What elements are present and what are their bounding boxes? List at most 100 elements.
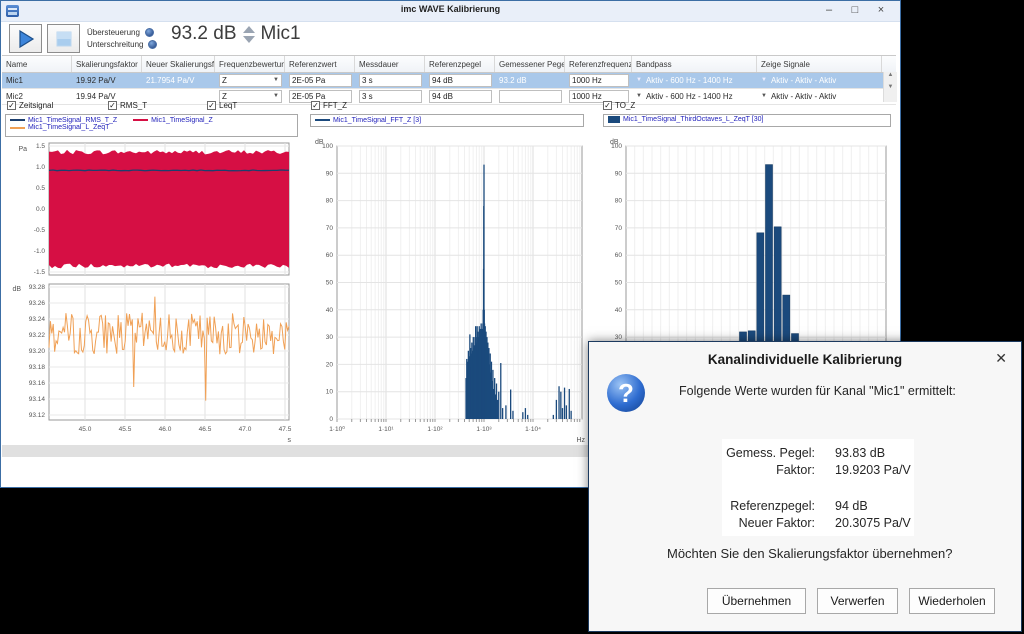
spinner-up-icon[interactable]	[243, 26, 255, 33]
svg-text:80: 80	[615, 198, 623, 205]
svg-text:93.28: 93.28	[29, 284, 46, 291]
svg-text:45.5: 45.5	[119, 426, 132, 433]
svg-text:46.0: 46.0	[159, 426, 172, 433]
window-title: imc WAVE Kalibrierung	[1, 4, 900, 14]
channel-table: Name Skalierungsfaktor Neuer Skalierungs…	[2, 55, 896, 105]
referenzfrequenz-input[interactable]: 1000 Hz	[569, 74, 629, 87]
referenzpegel-input[interactable]: 94 dB	[429, 74, 492, 87]
svg-text:50: 50	[326, 280, 334, 287]
table-row-mic1[interactable]: Mic1 19.92 Pa/V 21.7954 Pa/V Z▼ 2E-05 Pa…	[2, 73, 896, 89]
maximize-button[interactable]: □	[842, 1, 868, 20]
cell-neuer-wert: 21.7954 Pa/V	[142, 73, 215, 88]
svg-text:100: 100	[322, 143, 333, 150]
minimize-button[interactable]: –	[816, 1, 842, 20]
dialog-close-icon[interactable]: ✕	[995, 350, 1007, 367]
bandpass-select[interactable]: ▼Aktiv - 600 Hz - 1400 Hz	[632, 73, 757, 88]
svg-text:47.0: 47.0	[239, 426, 252, 433]
time-chart-legend: Mic1_TimeSignal_RMS_T_Z Mic1_TimeSignal_…	[5, 114, 298, 137]
wiederholen-button[interactable]: Wiederholen	[909, 588, 995, 614]
field-value: 20.3075 Pa/V	[835, 516, 911, 530]
stop-button[interactable]	[47, 24, 80, 53]
svg-text:60: 60	[326, 252, 334, 259]
svg-text:Pa: Pa	[18, 146, 27, 153]
svg-text:93.14: 93.14	[29, 396, 46, 403]
svg-text:-1.0: -1.0	[34, 248, 46, 255]
desktop: imc WAVE Kalibrierung – □ × Übersteuerun…	[0, 0, 1024, 634]
svg-text:70: 70	[326, 225, 334, 232]
underrun-indicator-icon	[148, 40, 157, 49]
svg-text:s: s	[288, 437, 292, 444]
svg-text:dB: dB	[610, 139, 619, 146]
panel-toggles: ✓Zeitsignal ✓RMS_T ✓LeqT ✓FFT_Z ✓TO_Z	[1, 101, 902, 114]
col-referenzpegel: Referenzpegel	[425, 56, 495, 72]
question-icon: ?	[607, 374, 645, 412]
chevron-down-icon: ▼	[273, 75, 279, 86]
svg-text:70: 70	[615, 225, 623, 232]
svg-text:0.5: 0.5	[36, 185, 45, 192]
frequenzbewertung-select[interactable]: Z▼	[219, 74, 282, 87]
svg-text:80: 80	[326, 198, 334, 205]
play-icon	[16, 29, 36, 49]
svg-text:1·10⁴: 1·10⁴	[525, 426, 541, 433]
referenzwert-input[interactable]: 2E-05 Pa	[289, 74, 352, 87]
level-indicators: Übersteuerung Unterschreitung	[87, 26, 157, 50]
svg-text:40: 40	[326, 307, 334, 314]
channel-spinner[interactable]	[243, 26, 255, 43]
col-referenzfrequenz: Referenzfrequenz	[565, 56, 632, 72]
window-titlebar[interactable]: imc WAVE Kalibrierung – □ ×	[1, 1, 900, 22]
svg-text:1·10⁰: 1·10⁰	[329, 425, 345, 433]
svg-text:0.0: 0.0	[36, 206, 45, 213]
col-zeige-signale: Zeige Signale	[757, 56, 882, 72]
play-button[interactable]	[9, 24, 42, 53]
svg-text:93.22: 93.22	[29, 332, 46, 339]
level-value: 93.2 dB	[171, 23, 237, 45]
checkbox-zeitsignal[interactable]: ✓Zeitsignal	[7, 101, 53, 110]
svg-text:Hz: Hz	[576, 437, 585, 444]
svg-text:90: 90	[615, 170, 623, 177]
svg-text:-1.5: -1.5	[34, 269, 46, 276]
svg-text:1.0: 1.0	[36, 164, 45, 171]
verwerfen-button[interactable]: Verwerfen	[817, 588, 898, 614]
spinner-down-icon[interactable]	[243, 36, 255, 43]
svg-text:30: 30	[326, 334, 334, 341]
fft-chart: 01020304050607080901001·10⁰1·10¹1·10²1·1…	[301, 138, 596, 445]
zeige-signale-select[interactable]: ▼Aktiv - Aktiv - Aktiv	[757, 73, 882, 88]
overload-indicator-icon	[145, 28, 154, 37]
underrun-label: Unterschreitung	[87, 40, 143, 49]
close-button[interactable]: ×	[868, 1, 894, 20]
stop-icon	[55, 30, 73, 48]
uebernehmen-button[interactable]: Übernehmen	[707, 588, 806, 614]
col-frequenzbewertung: Frequenzbewertung	[215, 56, 285, 72]
table-header: Name Skalierungsfaktor Neuer Skalierungs…	[2, 55, 896, 73]
svg-text:93.20: 93.20	[29, 348, 46, 355]
svg-text:47.5: 47.5	[279, 426, 292, 433]
svg-text:46.5: 46.5	[199, 426, 212, 433]
field-value: 19.9203 Pa/V	[835, 463, 911, 477]
svg-text:dB: dB	[12, 286, 21, 293]
checkbox-to-z[interactable]: ✓TO_Z	[603, 101, 635, 110]
svg-text:93.16: 93.16	[29, 380, 46, 387]
col-messdauer: Messdauer	[355, 56, 425, 72]
overload-label: Übersteuerung	[87, 28, 140, 37]
svg-text:-0.5: -0.5	[34, 227, 46, 234]
svg-text:93.12: 93.12	[29, 412, 46, 419]
checkbox-rms-t[interactable]: ✓RMS_T	[108, 101, 147, 110]
calibration-dialog: Kanalindividuelle Kalibrierung ✕ ? Folge…	[588, 341, 1022, 632]
time-signal-chart: 45.045.546.046.547.047.51.51.00.50.0-0.5…	[1, 138, 301, 445]
checkbox-leqt[interactable]: ✓LeqT	[207, 101, 237, 110]
svg-text:40: 40	[615, 307, 623, 314]
svg-text:1·10³: 1·10³	[476, 426, 492, 433]
svg-text:1·10²: 1·10²	[427, 426, 443, 433]
svg-text:1.5: 1.5	[36, 143, 45, 150]
checkbox-icon: ✓	[311, 101, 320, 110]
field-label: Faktor:	[695, 463, 815, 477]
svg-text:dB: dB	[315, 139, 324, 146]
table-scrollbar[interactable]: ▲▼	[883, 72, 897, 102]
checkbox-icon: ✓	[7, 101, 16, 110]
checkbox-fft-z[interactable]: ✓FFT_Z	[311, 101, 347, 110]
chevron-down-icon: ▼	[761, 75, 767, 86]
dialog-message: Folgende Werte wurden für Kanal "Mic1" e…	[679, 384, 956, 398]
dialog-title: Kanalindividuelle Kalibrierung	[589, 352, 1021, 367]
messdauer-input[interactable]: 3 s	[359, 74, 422, 87]
checkbox-icon: ✓	[207, 101, 216, 110]
